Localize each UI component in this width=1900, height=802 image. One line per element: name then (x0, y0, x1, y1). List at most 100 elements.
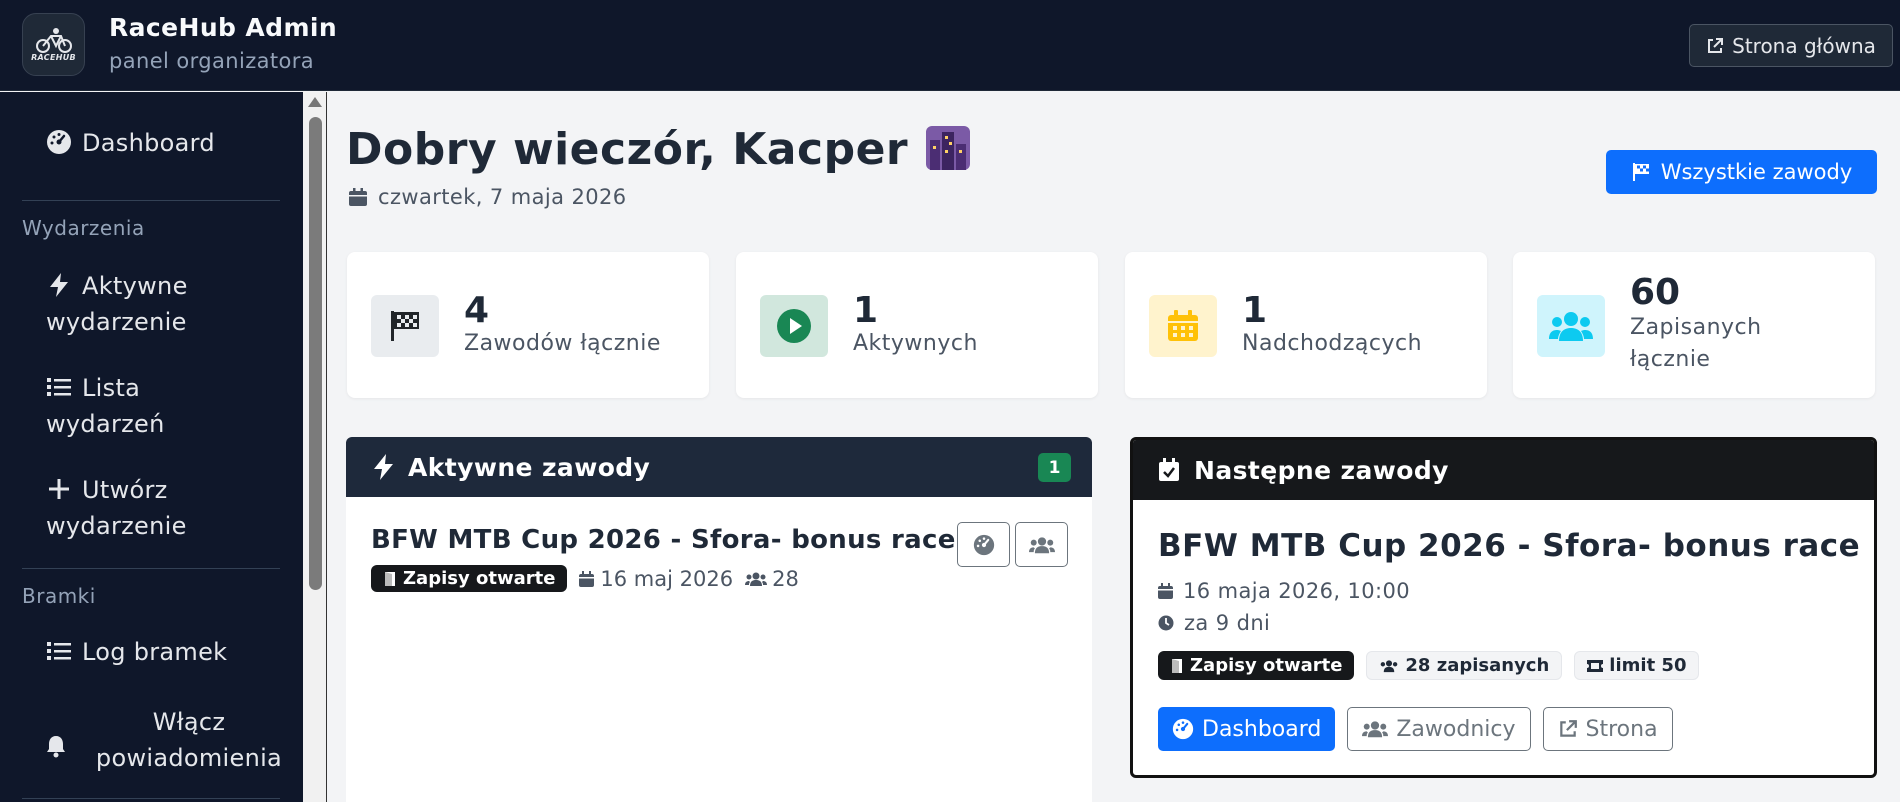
status-badge-label: Zapisy otwarte (1190, 655, 1343, 676)
sidebar-label-notify-2: powiadomienia (95, 744, 283, 772)
registered-badge-label: 28 zapisanych (1405, 655, 1550, 676)
stat-value: 1 (853, 290, 879, 331)
stat-label: Zapisanych łącznie (1630, 312, 1762, 376)
sidebar-item-event-list[interactable]: Lista wydarzeń (46, 370, 165, 442)
play-circle-icon (777, 309, 811, 343)
lightning-icon (50, 273, 68, 297)
status-badge: Zapisy otwarte (1158, 651, 1355, 680)
stat-icon-bg (371, 295, 439, 357)
event-title[interactable]: BFW MTB Cup 2026 - Sfora- bonus race (371, 525, 956, 555)
users-icon (745, 572, 768, 586)
stat-icon-bg (1537, 295, 1605, 357)
stat-value: 60 (1630, 272, 1681, 313)
sidebar-label-active-event-2: wydarzenie (46, 308, 187, 336)
night-city-icon (926, 126, 971, 170)
stat-card-active: 1 Aktywnych (736, 252, 1098, 398)
stat-icon-bg (760, 295, 828, 357)
registered-badge: 28 zapisanych (1366, 651, 1563, 680)
sidebar-item-active-event[interactable]: Aktywne wydarzenie (46, 268, 188, 340)
sidebar-item-notifications[interactable]: Włącz powiadomienia (44, 704, 294, 784)
stat-icon-bg (1149, 295, 1217, 357)
scroll-up-arrow[interactable] (308, 97, 322, 107)
plus-icon (49, 479, 69, 499)
event-riders-button[interactable] (1015, 522, 1068, 567)
sidebar-divider (22, 568, 280, 569)
checkered-flag-icon (1632, 163, 1649, 181)
event-page-button[interactable]: Strona (1542, 707, 1673, 751)
speedometer-icon (1172, 718, 1194, 740)
status-badge: Zapisy otwarte (371, 565, 568, 592)
sidebar-divider (22, 798, 280, 799)
next-event-datetime-text: 16 maja 2026, 10:00 (1183, 579, 1411, 603)
next-event-actions: Dashboard Zawodnicy Strona (1158, 707, 1673, 751)
door-open-icon (1172, 658, 1182, 673)
calendar-icon (349, 188, 367, 206)
stat-value: 4 (464, 290, 490, 331)
bell-icon (47, 736, 65, 758)
stat-value: 1 (1242, 290, 1268, 331)
sidebar-section-gates: Bramki (22, 584, 96, 608)
all-events-button[interactable]: Wszystkie zawody (1606, 150, 1877, 194)
sidebar-section-events: Wydarzenia (22, 216, 145, 240)
calendar-icon (1168, 310, 1198, 341)
users-icon (1362, 721, 1389, 738)
sidebar-divider (22, 200, 280, 201)
event-date: 16 maj 2026 (579, 567, 733, 591)
lightning-icon (374, 454, 393, 480)
next-event-countdown-text: za 9 dni (1184, 611, 1271, 635)
clock-icon (1158, 615, 1174, 631)
next-event-title[interactable]: BFW MTB Cup 2026 - Sfora- bonus race (1158, 528, 1860, 564)
calendar-check-icon (1159, 458, 1179, 481)
sidebar-label-dashboard: Dashboard (82, 129, 215, 157)
event-page-button-label: Strona (1585, 716, 1658, 742)
sidebar-label-active-event-1: Aktywne (82, 272, 188, 300)
active-count-badge: 1 (1038, 453, 1071, 482)
greeting-text: Dobry wieczór, Kacper (346, 124, 909, 175)
dashboard-button[interactable]: Dashboard (1158, 707, 1336, 751)
sidebar-label-create-2: wydarzenie (46, 512, 187, 540)
app-subtitle: panel organizatora (109, 49, 315, 73)
stat-card-upcoming: 1 Nadchodzących (1125, 252, 1487, 398)
cyclist-icon (35, 28, 72, 53)
stat-label: Zawodów łącznie (464, 331, 661, 356)
users-icon (1549, 312, 1593, 341)
sidebar-item-gate-log[interactable]: Log bramek (46, 634, 227, 670)
checkered-flag-icon (391, 311, 419, 341)
next-event-card: Następne zawody BFW MTB Cup 2026 - Sfora… (1130, 437, 1877, 778)
event-dashboard-button[interactable] (957, 522, 1010, 567)
next-event-countdown: za 9 dni (1158, 611, 1270, 635)
list-icon (47, 378, 71, 396)
status-badge-label: Zapisy otwarte (403, 568, 556, 589)
next-event-datetime: 16 maja 2026, 10:00 (1158, 579, 1410, 603)
app-title: RaceHub Admin (109, 13, 338, 42)
stat-label-line2: łącznie (1630, 347, 1711, 372)
riders-button[interactable]: Zawodnicy (1347, 707, 1531, 751)
event-meta: Zapisy otwarte 16 maj 2026 28 (371, 565, 799, 592)
users-icon (1381, 659, 1398, 672)
limit-badge: limit 50 (1574, 651, 1700, 680)
active-events-header: Aktywne zawody (346, 437, 1092, 497)
all-events-label: Wszystkie zawody (1660, 160, 1853, 184)
sidebar-label-event-list-2: wydarzeń (46, 410, 165, 438)
page-title: Dobry wieczór, Kacper (346, 124, 971, 175)
top-bar: RACEHUB RaceHub Admin panel organizatora… (0, 0, 1900, 91)
users-icon (1028, 536, 1055, 553)
racehub-logo[interactable]: RACEHUB (22, 13, 85, 76)
next-event-header: Następne zawody (1133, 440, 1874, 500)
stat-card-total: 4 Zawodów łącznie (347, 252, 709, 398)
sidebar-item-create-event[interactable]: Utwórz wydarzenie (46, 472, 187, 544)
sidebar: Dashboard Wydarzenia Aktywne wydarzenie … (0, 92, 303, 802)
current-date: czwartek, 7 maja 2026 (348, 185, 627, 209)
next-event-badges: Zapisy otwarte 28 zapisanych limit 50 (1158, 651, 1700, 680)
event-date-text: 16 maj 2026 (600, 566, 734, 591)
scrollbar-thumb[interactable] (309, 117, 322, 590)
sidebar-label-event-list-1: Lista (82, 374, 141, 402)
event-participants: 28 (745, 567, 799, 591)
sidebar-label-notify-1: Włącz (152, 708, 226, 736)
door-open-icon (385, 571, 395, 586)
home-page-button[interactable]: Strona główna (1689, 24, 1893, 67)
active-events-title: Aktywne zawody (408, 452, 651, 482)
sidebar-item-dashboard[interactable]: Dashboard (46, 125, 215, 161)
speedometer-icon (47, 130, 71, 154)
active-events-card: Aktywne zawody 1 BFW MTB Cup 2026 - Sfor… (346, 437, 1092, 802)
